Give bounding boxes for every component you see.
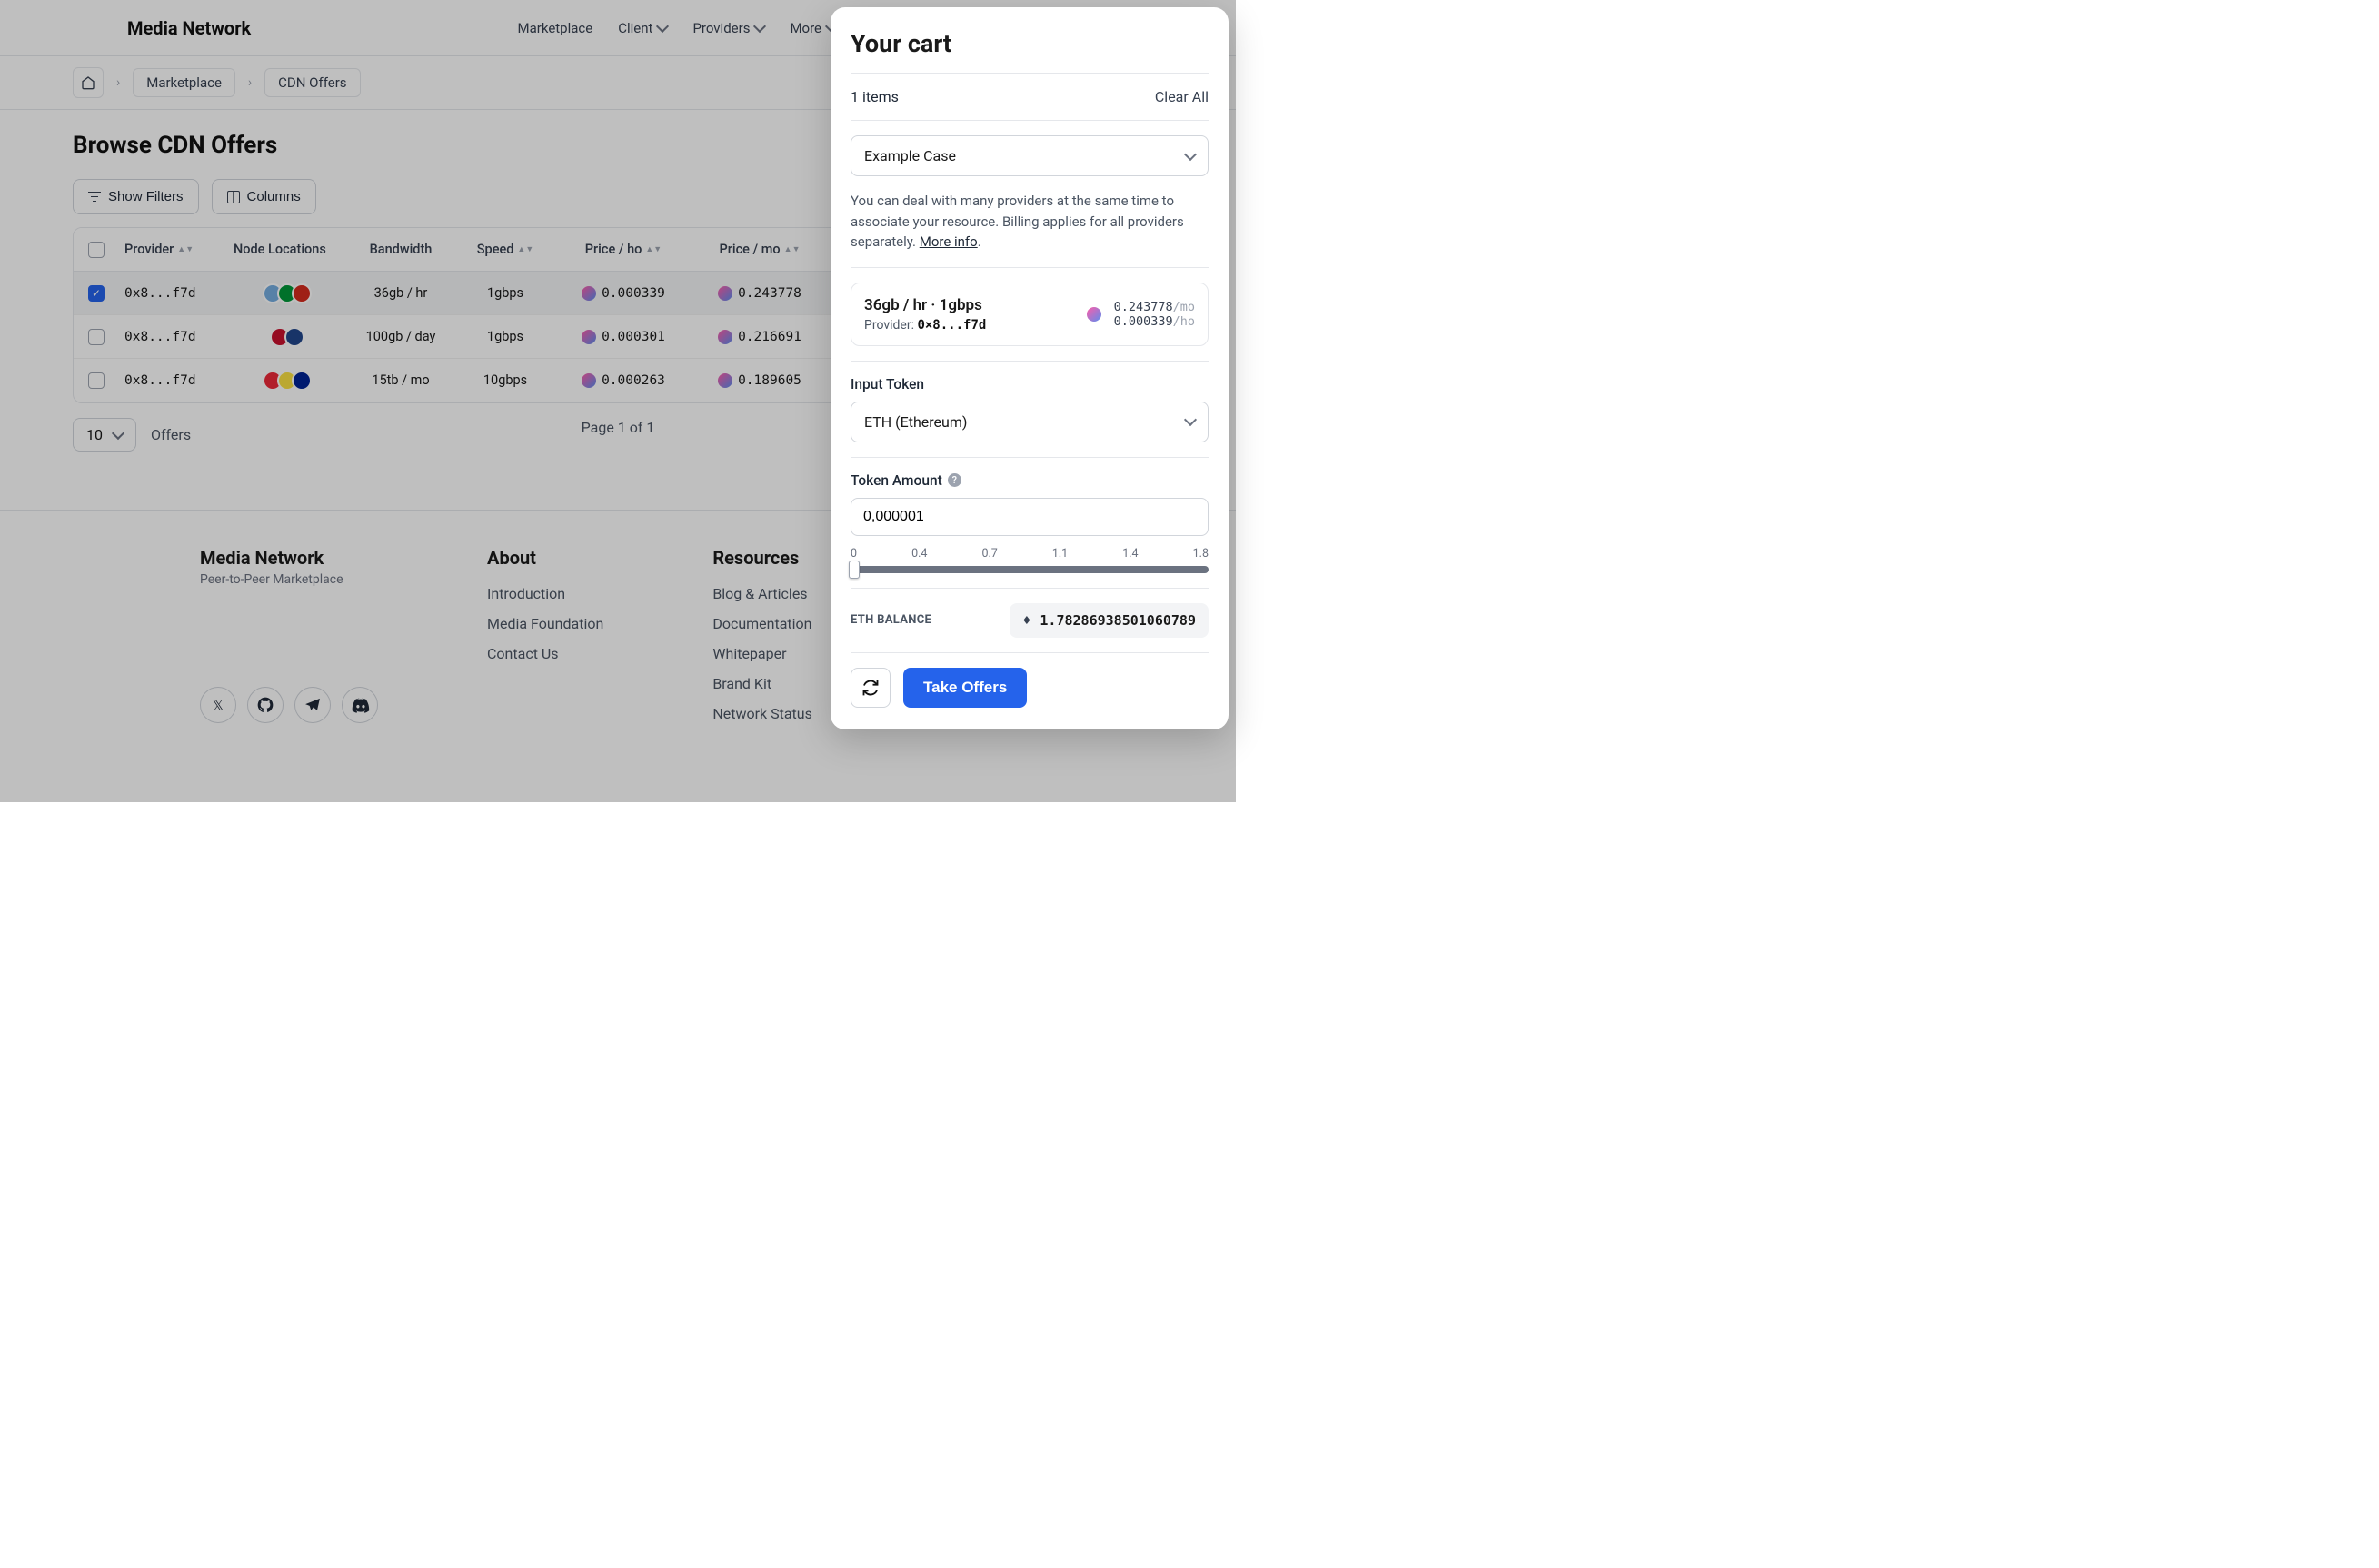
balance-value-box: ♦ 1.78286938501060789 — [1010, 603, 1209, 638]
input-token-value: ETH (Ethereum) — [864, 413, 967, 431]
ethereum-icon: ♦ — [1022, 612, 1030, 629]
token-amount-slider[interactable] — [851, 566, 1209, 573]
slider-ticks: 00.40.71.11.41.8 — [851, 547, 1209, 561]
take-offers-button[interactable]: Take Offers — [903, 668, 1027, 708]
token-icon — [1087, 307, 1101, 322]
cart-item-provider: Provider: 0×8...f7d — [864, 318, 986, 332]
cart-item-title: 36gb / hr · 1gbps — [864, 296, 986, 314]
more-info-link[interactable]: More info — [920, 233, 978, 250]
clear-all-button[interactable]: Clear All — [1155, 88, 1209, 105]
token-amount-input[interactable] — [851, 498, 1209, 536]
cart-items-count: 1 items — [851, 88, 899, 105]
slider-thumb[interactable] — [849, 561, 860, 579]
chevron-down-icon — [1184, 413, 1197, 426]
cart-item-prices: 0.243778/mo 0.000339/ho — [1114, 300, 1195, 329]
example-case-select[interactable]: Example Case — [851, 135, 1209, 176]
refresh-button[interactable] — [851, 668, 891, 708]
token-amount-label: Token Amount ? — [851, 472, 1209, 489]
help-icon[interactable]: ? — [948, 473, 961, 487]
input-token-select[interactable]: ETH (Ethereum) — [851, 402, 1209, 442]
cart-panel: Your cart 1 items Clear All Example Case… — [831, 7, 1229, 729]
cart-info-text: You can deal with many providers at the … — [851, 191, 1209, 253]
input-token-label: Input Token — [851, 376, 1209, 392]
example-case-label: Example Case — [864, 147, 956, 164]
balance-label: ETH BALANCE — [851, 613, 931, 627]
cart-item: 36gb / hr · 1gbps Provider: 0×8...f7d 0.… — [851, 283, 1209, 346]
chevron-down-icon — [1184, 147, 1197, 160]
refresh-icon — [861, 679, 880, 697]
balance-value: 1.78286938501060789 — [1040, 612, 1196, 629]
cart-title: Your cart — [851, 29, 1209, 58]
